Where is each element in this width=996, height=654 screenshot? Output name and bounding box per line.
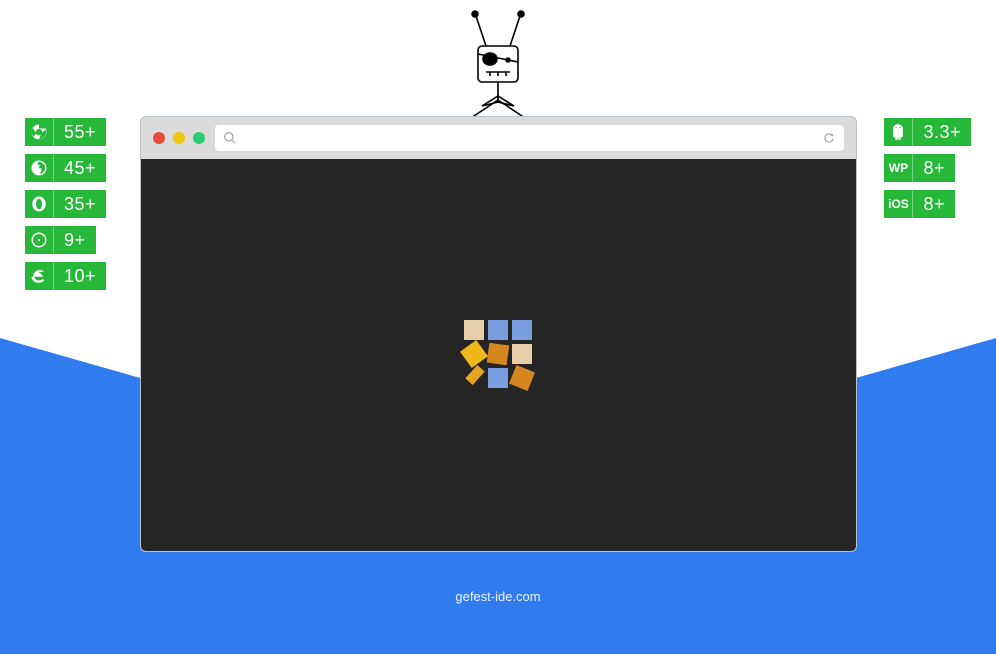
- badge-value: 8+: [913, 190, 955, 218]
- search-icon: [223, 131, 237, 145]
- browser-window: [140, 116, 857, 552]
- loading-tiles-icon: [464, 320, 534, 390]
- browser-titlebar: [141, 117, 856, 159]
- opera-icon: [25, 190, 53, 218]
- address-bar[interactable]: [215, 125, 844, 151]
- reload-icon[interactable]: [822, 131, 836, 145]
- ie-icon: [25, 262, 53, 290]
- safari-icon: [25, 226, 53, 254]
- mobile-support-list: 3.3+ WP 8+ iOS 8+: [884, 118, 971, 218]
- badge-value: 45+: [54, 154, 106, 182]
- mascot-robot-icon: [438, 8, 558, 128]
- badge-chrome: 55+: [25, 118, 106, 146]
- windows-phone-icon: WP: [884, 154, 912, 182]
- badge-value: 3.3+: [913, 118, 971, 146]
- badge-android: 3.3+: [884, 118, 971, 146]
- firefox-icon: [25, 154, 53, 182]
- badge-ie: 10+: [25, 262, 106, 290]
- badge-value: 55+: [54, 118, 106, 146]
- window-close-dot[interactable]: [153, 132, 165, 144]
- window-max-dot[interactable]: [193, 132, 205, 144]
- window-controls: [153, 132, 205, 144]
- badge-value: 10+: [54, 262, 106, 290]
- badge-ios: iOS 8+: [884, 190, 955, 218]
- android-icon: [884, 118, 912, 146]
- badge-value: 35+: [54, 190, 106, 218]
- browser-support-list: 55+ 45+ 35+ 9+: [25, 118, 106, 290]
- badge-value: 9+: [54, 226, 96, 254]
- badge-firefox: 45+: [25, 154, 106, 182]
- browser-viewport: [141, 159, 856, 551]
- window-min-dot[interactable]: [173, 132, 185, 144]
- ios-icon: iOS: [884, 190, 912, 218]
- badge-safari: 9+: [25, 226, 96, 254]
- chrome-icon: [25, 118, 53, 146]
- badge-value: 8+: [913, 154, 955, 182]
- badge-opera: 35+: [25, 190, 106, 218]
- badge-wp: WP 8+: [884, 154, 955, 182]
- footer-url[interactable]: gefest-ide.com: [0, 589, 996, 604]
